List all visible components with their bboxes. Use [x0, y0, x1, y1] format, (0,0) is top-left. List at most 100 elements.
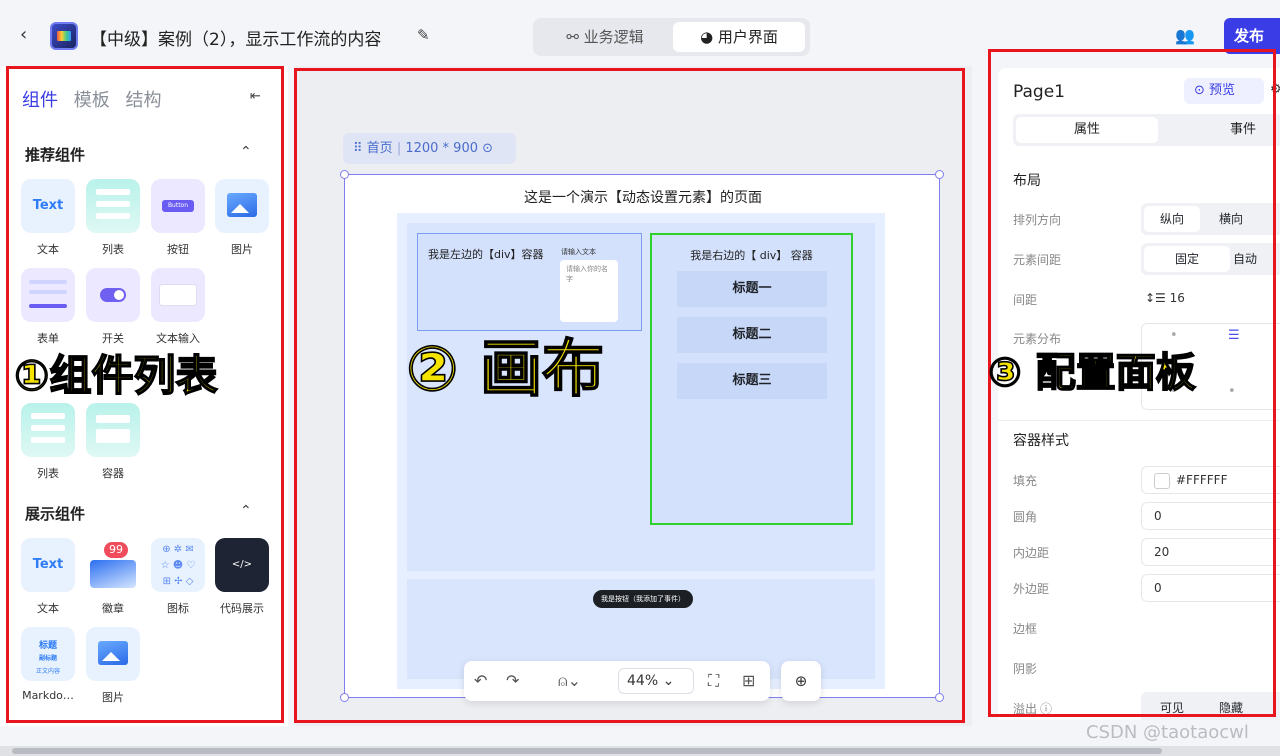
component-badge[interactable]: 99 徽章	[85, 538, 141, 616]
redo-icon[interactable]: ↷	[506, 671, 519, 690]
chevron-down-icon: ⌄	[662, 673, 675, 689]
padding-input[interactable]: 20	[1141, 538, 1280, 566]
icon-set-component-icon: ⊕ ✲ ✉ ☆ ☻ ♡ ⊞ ✢ ◇	[151, 538, 205, 592]
text-input-component-icon	[151, 268, 205, 322]
component-text-input[interactable]: 文本输入	[150, 268, 206, 346]
back-arrow-icon[interactable]: ‹	[20, 24, 27, 45]
component-container[interactable]: 容器	[85, 403, 141, 481]
page-tag[interactable]: ⠿ 首页 | 1200 * 900 ⊙	[343, 133, 516, 164]
app-title: 【中级】案例（2），显示工作流的内容	[90, 30, 382, 50]
line-height-icon: ↕☰	[1145, 291, 1170, 305]
zoom-select[interactable]: 44% ⌄	[618, 668, 694, 694]
code-component-icon: </>	[215, 538, 269, 592]
add-page-icon[interactable]: ⊕	[781, 661, 821, 701]
left-div-container[interactable]: 我是左边的【div】容器 请输入文本 请输入你的名字	[417, 233, 642, 331]
tab-structure[interactable]: 结构	[125, 90, 161, 111]
tab-user-interface[interactable]: ◕ 用户界面	[673, 22, 805, 52]
direction-horizontal[interactable]: 横向	[1203, 206, 1259, 232]
name-input[interactable]: 请输入你的名字	[560, 260, 618, 322]
top-bar: ‹ 【中级】案例（2），显示工作流的内容 ✎ ⚯ 业务逻辑 ◕ 用户界面 👥 发…	[0, 0, 1280, 66]
overflow-hidden[interactable]: 隐藏	[1203, 695, 1259, 720]
border-label[interactable]: 边框	[1013, 620, 1037, 637]
list-component-icon	[21, 403, 75, 457]
undo-icon[interactable]: ↶	[474, 671, 487, 690]
layout-section-title: 布局	[1013, 173, 1041, 189]
publish-button[interactable]: 发布	[1224, 18, 1280, 54]
image-component-icon	[86, 627, 140, 681]
left-tabs: 组件 模板 结构	[22, 86, 171, 112]
spacing-mode-toggle: 固定 自动	[1141, 243, 1280, 275]
play-icon: ⊙	[1194, 83, 1210, 98]
spacing-fixed[interactable]: 固定	[1144, 246, 1230, 272]
component-display-text[interactable]: Text 文本	[20, 538, 76, 616]
drag-handle-icon[interactable]: ⠿	[353, 141, 367, 156]
cursor-icon[interactable]: ⍝⌄	[558, 671, 581, 691]
section-display: 展示组件	[25, 505, 86, 523]
input-label: 请输入文本	[561, 248, 596, 256]
button-component-icon: Button	[151, 179, 205, 233]
tab-properties[interactable]: 属性	[1016, 117, 1158, 143]
page-frame[interactable]: 这是一个演示【动态设置元素】的页面 我是左边的【div】容器 请输入文本 请输入…	[340, 170, 944, 702]
component-image[interactable]: 图片	[214, 179, 270, 257]
spacing-auto[interactable]: 自动	[1233, 246, 1280, 272]
gap-input[interactable]: ↕☰ 16	[1141, 285, 1280, 313]
app-logo	[50, 22, 78, 50]
margin-input[interactable]: 0	[1141, 574, 1280, 602]
heading-3[interactable]: 标题三	[677, 363, 827, 399]
component-code[interactable]: </> 代码展示	[214, 538, 270, 616]
resize-handle[interactable]	[340, 170, 349, 179]
grid-icon[interactable]: ⊞	[742, 671, 755, 690]
component-switch[interactable]: 开关	[85, 268, 141, 346]
annotation-component-list: ①组件列表	[13, 350, 218, 401]
heading-2[interactable]: 标题二	[677, 317, 827, 353]
switch-component-icon	[86, 268, 140, 322]
image-component-icon	[215, 179, 269, 233]
annotation-config-panel: ③ 配置面板	[987, 349, 1196, 397]
component-button[interactable]: Button 按钮	[150, 179, 206, 257]
component-icon[interactable]: ⊕ ✲ ✉ ☆ ☻ ♡ ⊞ ✢ ◇ 图标	[150, 538, 206, 616]
horizontal-scrollbar[interactable]	[0, 746, 1280, 756]
tab-templates[interactable]: 模板	[74, 90, 110, 111]
overflow-visible[interactable]: 可见	[1144, 695, 1200, 720]
list-component-icon	[86, 179, 140, 233]
collapse-panel-icon[interactable]: ⇤	[250, 89, 261, 104]
resize-handle[interactable]	[340, 693, 349, 702]
watermark: CSDN @taotaocwl	[1086, 722, 1249, 743]
overflow-toggle: 可见 隐藏	[1141, 692, 1280, 720]
fit-screen-icon[interactable]: ⛶	[708, 671, 719, 691]
fill-color-input[interactable]: #FFFFFF	[1141, 466, 1280, 494]
component-text[interactable]: Text 文本	[20, 179, 76, 257]
tab-business-logic[interactable]: ⚯ 业务逻辑	[541, 22, 669, 52]
outer-container[interactable]: 我是左边的【div】容器 请输入文本 请输入你的名字 我是右边的【 div】 容…	[397, 213, 885, 689]
info-icon[interactable]: ⓘ	[1040, 700, 1052, 717]
palette-icon: ◕	[700, 28, 718, 46]
radius-input[interactable]: 0	[1141, 502, 1280, 530]
right-div-container[interactable]: 我是右边的【 div】 容器 标题一 标题二 标题三	[650, 233, 853, 525]
component-list[interactable]: 列表	[85, 179, 141, 257]
gear-icon[interactable]: ⚙	[1270, 82, 1280, 97]
component-markdown[interactable]: 标题 副标题 正文内容 Markdo…	[20, 627, 76, 702]
shadow-label[interactable]: 阴影	[1013, 660, 1037, 677]
tab-events[interactable]: 事件	[1213, 117, 1273, 143]
component-display-image[interactable]: 图片	[85, 627, 141, 705]
container-component-icon	[86, 403, 140, 457]
chevron-up-icon[interactable]: ⌃	[240, 144, 252, 160]
event-button[interactable]: 我是按钮（我添加了事件）	[593, 590, 693, 608]
heading-1[interactable]: 标题一	[677, 271, 827, 307]
page-name: Page1	[1013, 82, 1065, 102]
tab-components[interactable]: 组件	[22, 90, 58, 111]
play-icon[interactable]: ⊙	[482, 141, 493, 156]
resize-handle[interactable]	[935, 693, 944, 702]
preview-button[interactable]: ⊙ 预览	[1184, 78, 1264, 104]
add-collaborator-icon[interactable]: 👥	[1175, 26, 1195, 45]
resize-handle[interactable]	[935, 170, 944, 179]
page-title[interactable]: 这是一个演示【动态设置元素】的页面	[345, 187, 941, 207]
component-layout-list[interactable]: 列表	[20, 403, 76, 481]
direction-vertical[interactable]: 纵向	[1144, 206, 1200, 232]
color-swatch[interactable]	[1154, 472, 1170, 489]
component-form[interactable]: 表单	[20, 268, 76, 346]
edit-icon[interactable]: ✎	[417, 26, 430, 44]
align-lines-icon: ☰	[1228, 328, 1240, 343]
chevron-up-icon[interactable]: ⌃	[240, 503, 252, 519]
canvas-toolbar: ↶ ↷ ⍝⌄ 44% ⌄ ⛶ ⊞	[464, 661, 770, 701]
